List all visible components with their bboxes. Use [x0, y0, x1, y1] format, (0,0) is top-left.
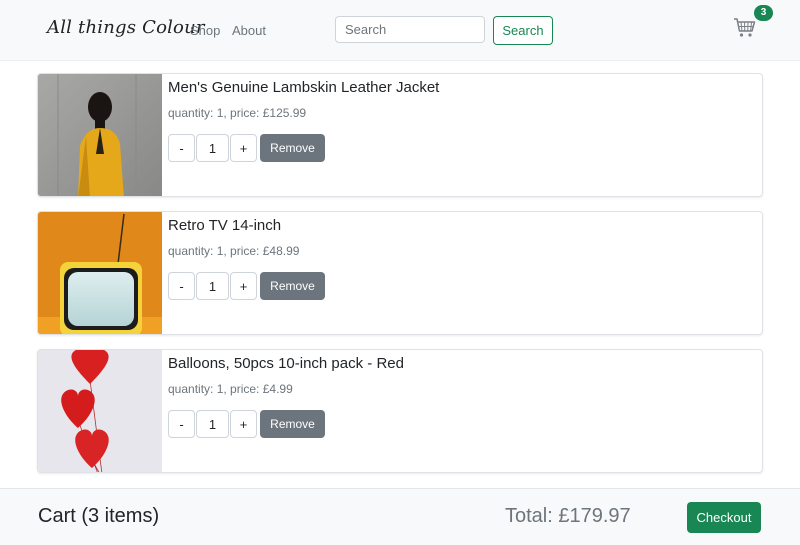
cart-button[interactable]: [733, 16, 759, 42]
increase-quantity-button[interactable]: +: [230, 410, 257, 438]
product-title[interactable]: Men's Genuine Lambskin Leather Jacket: [168, 79, 439, 96]
decrease-quantity-button[interactable]: -: [168, 272, 195, 300]
quantity-input[interactable]: [196, 134, 229, 162]
product-image-retro-tv: [38, 212, 162, 335]
cart-item: Men's Genuine Lambskin Leather Jacket qu…: [37, 73, 763, 197]
cart-total: Total: £179.97: [505, 505, 631, 528]
navbar: All things Colour Shop About Search 3: [0, 0, 800, 61]
nav-link-about[interactable]: About: [232, 23, 266, 38]
checkout-button[interactable]: Checkout: [687, 502, 761, 533]
cart-item: Retro TV 14-inch quantity: 1, price: £48…: [37, 211, 763, 335]
cart-footer: Cart (3 items) Total: £179.97 Checkout: [0, 488, 800, 545]
increase-quantity-button[interactable]: +: [230, 272, 257, 300]
brand-logo[interactable]: All things Colour: [47, 17, 205, 38]
remove-item-button[interactable]: Remove: [260, 272, 325, 300]
increase-quantity-button[interactable]: +: [230, 134, 257, 162]
nav-link-shop[interactable]: Shop: [190, 23, 220, 38]
search-input[interactable]: [335, 16, 485, 43]
search-button[interactable]: Search: [493, 16, 553, 45]
product-quantity-price: quantity: 1, price: £4.99: [168, 382, 293, 396]
decrease-quantity-button[interactable]: -: [168, 134, 195, 162]
cart-item-count: Cart (3 items): [38, 505, 159, 528]
product-title[interactable]: Retro TV 14-inch: [168, 217, 281, 234]
remove-item-button[interactable]: Remove: [260, 410, 325, 438]
shopping-cart-icon: [733, 16, 757, 40]
product-title[interactable]: Balloons, 50pcs 10-inch pack - Red: [168, 355, 404, 372]
product-image-balloons: [38, 350, 162, 473]
remove-item-button[interactable]: Remove: [260, 134, 325, 162]
quantity-input[interactable]: [196, 410, 229, 438]
product-image-jacket: [38, 74, 162, 197]
product-quantity-price: quantity: 1, price: £125.99: [168, 106, 306, 120]
decrease-quantity-button[interactable]: -: [168, 410, 195, 438]
product-quantity-price: quantity: 1, price: £48.99: [168, 244, 299, 258]
cart-item: Balloons, 50pcs 10-inch pack - Red quant…: [37, 349, 763, 473]
quantity-input[interactable]: [196, 272, 229, 300]
cart-count-badge: 3: [754, 5, 773, 21]
